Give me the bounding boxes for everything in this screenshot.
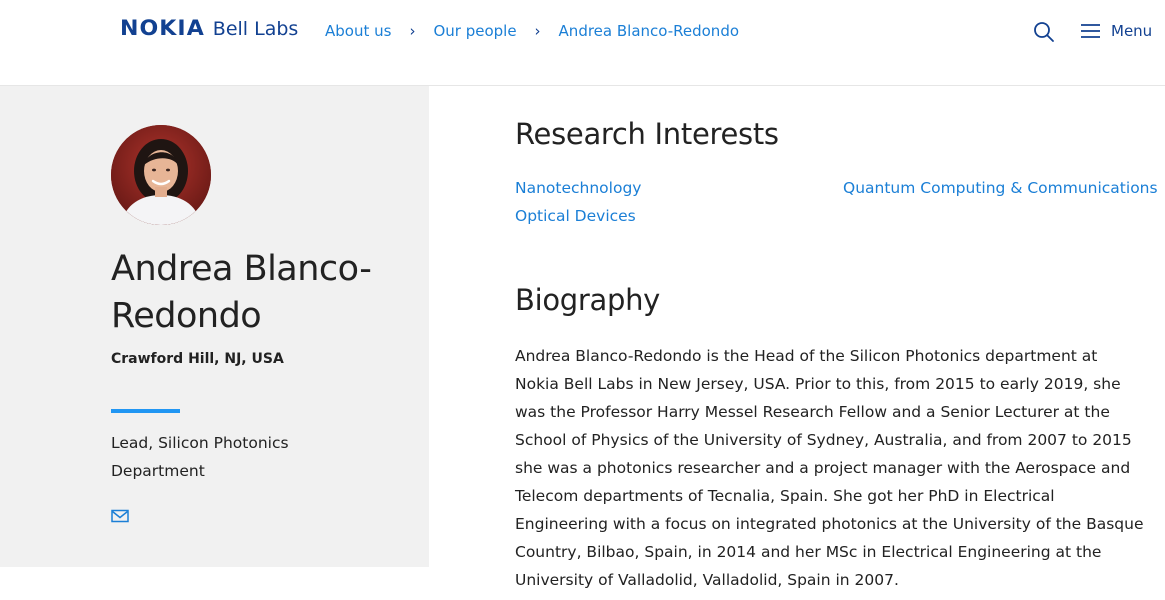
breadcrumb-separator: ›: [534, 22, 541, 40]
logo-nokia-text: NOKIA: [120, 16, 205, 40]
research-interests-heading: Research Interests: [515, 117, 779, 151]
breadcrumb-current-page[interactable]: Andrea Blanco-Redondo: [559, 22, 739, 40]
interest-link-quantum-computing[interactable]: Quantum Computing & Communications: [843, 179, 1158, 197]
email-link[interactable]: [111, 508, 129, 523]
search-icon: [1034, 22, 1054, 42]
search-button[interactable]: [1032, 20, 1056, 44]
profile-panel: Andrea Blanco-Redondo Crawford Hill, NJ,…: [0, 86, 429, 567]
interest-link-nanotechnology[interactable]: Nanotechnology: [515, 179, 641, 197]
accent-divider: [111, 409, 180, 413]
hamburger-icon: [1081, 24, 1100, 38]
person-role: Lead, Silicon Photonics Department: [111, 434, 289, 480]
breadcrumb-about-us[interactable]: About us: [325, 22, 391, 40]
menu-label: Menu: [1111, 22, 1153, 40]
logo-bell-labs-text: Bell Labs: [212, 18, 299, 40]
person-name: Andrea Blanco-Redondo: [111, 249, 372, 336]
avatar-portrait: [111, 125, 211, 225]
site-header: NOKIA Bell Labs About us › Our people › …: [0, 0, 1165, 86]
person-location: Crawford Hill, NJ, USA: [111, 351, 284, 367]
nokia-bell-labs-logo[interactable]: NOKIA Bell Labs: [120, 16, 298, 40]
menu-button[interactable]: Menu: [1080, 20, 1152, 42]
interest-link-optical-devices[interactable]: Optical Devices: [515, 207, 636, 225]
mail-icon: [111, 509, 129, 523]
avatar: [111, 125, 211, 225]
breadcrumb-separator: ›: [409, 22, 416, 40]
biography-text: Andrea Blanco-Redondo is the Head of the…: [515, 347, 1144, 589]
biography-heading: Biography: [515, 283, 661, 317]
breadcrumb: About us › Our people › Andrea Blanco-Re…: [325, 22, 739, 40]
breadcrumb-our-people[interactable]: Our people: [433, 22, 516, 40]
